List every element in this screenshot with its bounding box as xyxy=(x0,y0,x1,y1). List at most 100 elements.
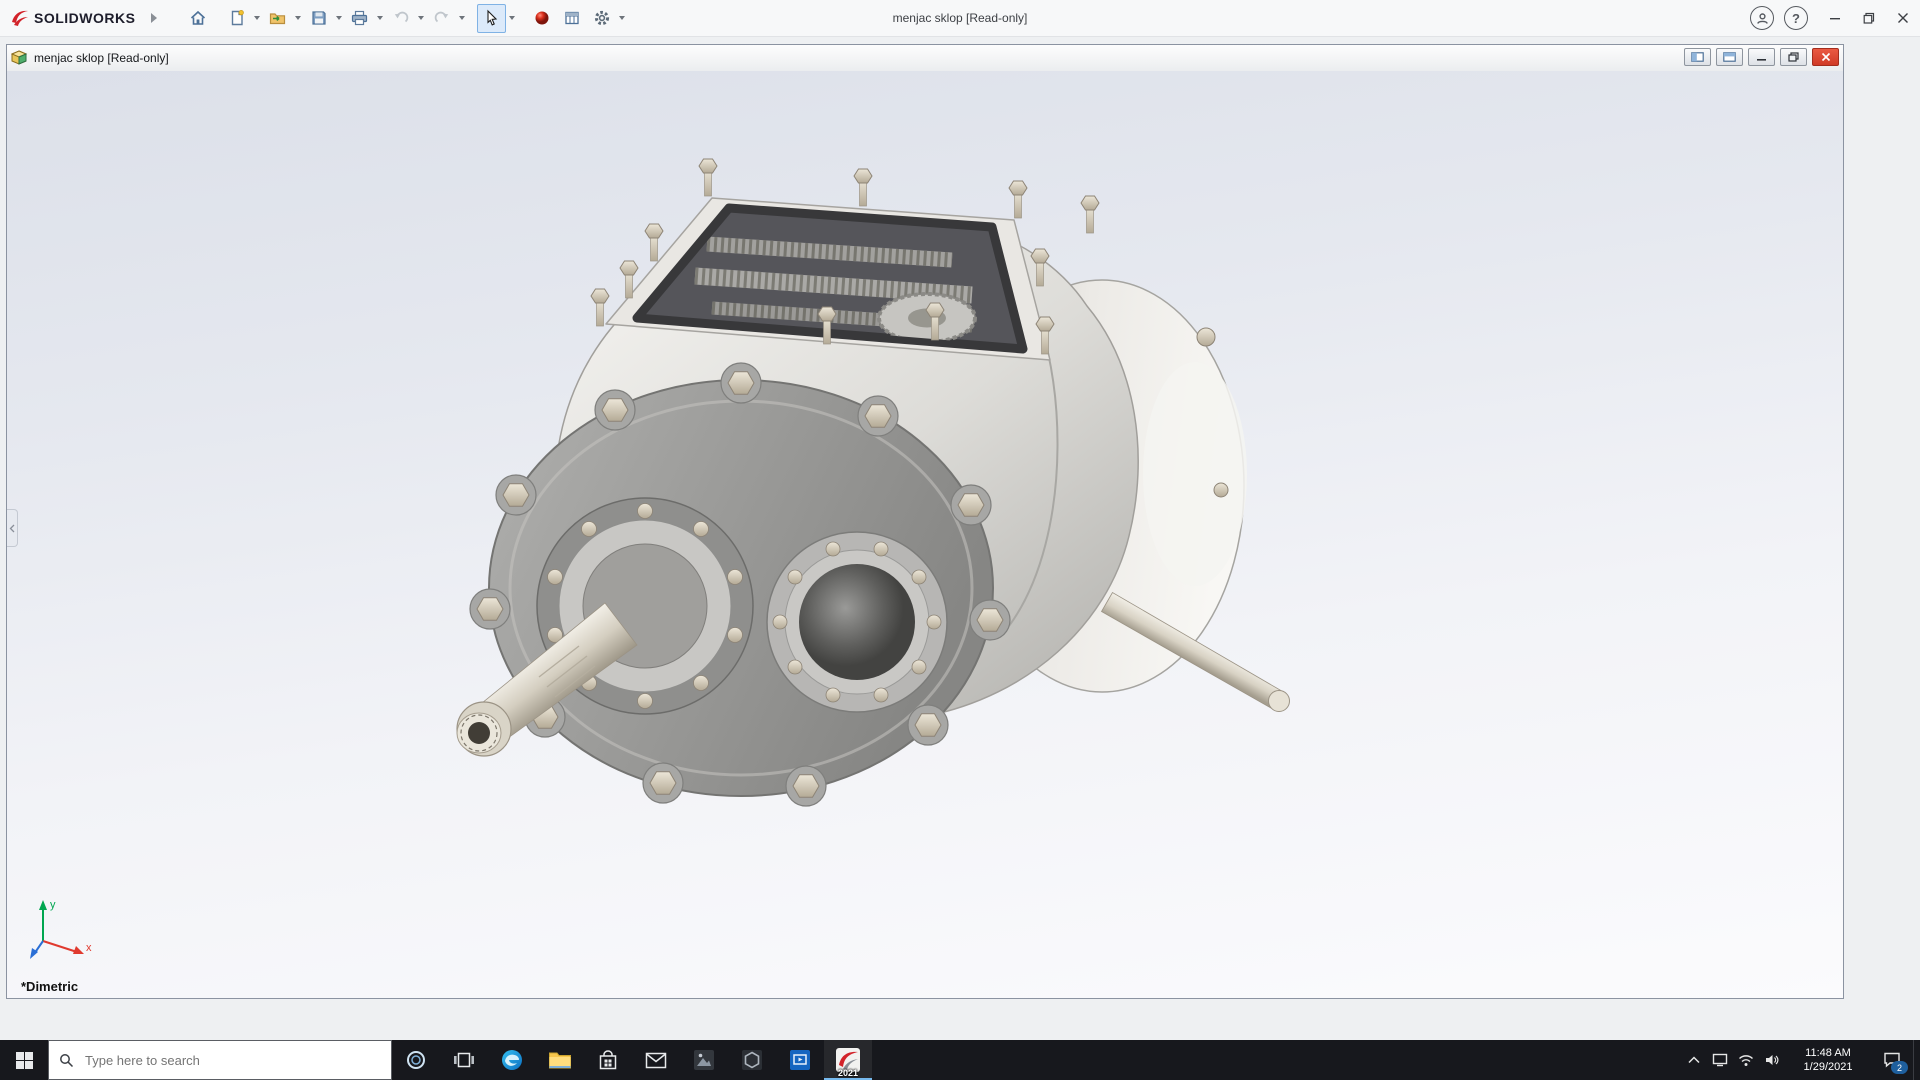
app-close-button[interactable] xyxy=(1886,0,1920,36)
triad-y-label: y xyxy=(50,899,56,911)
options-gear-icon xyxy=(594,10,610,26)
hexagon-app-icon xyxy=(742,1050,762,1070)
wifi-icon xyxy=(1739,1054,1753,1066)
undo-icon xyxy=(394,11,409,23)
home-icon xyxy=(190,10,205,25)
open-icon xyxy=(270,13,286,25)
main-toolbar xyxy=(183,3,627,33)
screen: SOLIDWORKS menjac sklop [Read-only] ? me… xyxy=(0,0,1920,1080)
new-document-icon xyxy=(231,9,244,26)
redo-icon xyxy=(434,11,449,23)
taskbar-item-mail[interactable] xyxy=(632,1040,680,1080)
select-tool-button[interactable] xyxy=(477,3,507,33)
close-icon xyxy=(1898,13,1908,23)
breadcrumb-arrow-icon[interactable] xyxy=(151,13,158,23)
taskbar-item-blue-app[interactable] xyxy=(776,1040,824,1080)
open-button[interactable] xyxy=(263,4,292,33)
view-orientation-label: *Dimetric xyxy=(21,979,79,994)
system-tray: 11:48 AM 1/29/2021 2 xyxy=(1681,1040,1920,1080)
appearance-button[interactable] xyxy=(527,4,556,33)
action-center-button[interactable]: 2 xyxy=(1871,1040,1913,1080)
save-icon xyxy=(312,11,326,25)
redo-button[interactable] xyxy=(427,4,456,33)
undo-dropdown[interactable] xyxy=(416,5,426,32)
app-window-controls: ? xyxy=(1750,0,1920,36)
document-window: menjac sklop [Read-only] y x *Dimetric xyxy=(6,44,1844,999)
doc-tile-left-button[interactable] xyxy=(1684,48,1711,66)
document-titlebar[interactable]: menjac sklop [Read-only] xyxy=(7,45,1843,72)
tray-display-item[interactable] xyxy=(1707,1040,1733,1080)
search-icon xyxy=(49,1053,83,1068)
new-document-button[interactable] xyxy=(222,4,251,33)
tray-expand-button[interactable] xyxy=(1681,1040,1707,1080)
start-icon xyxy=(15,1051,33,1069)
notification-count-badge: 2 xyxy=(1891,1061,1908,1074)
design-table-icon xyxy=(565,11,579,25)
help-button[interactable]: ? xyxy=(1784,6,1808,30)
taskbar-item-cortana[interactable] xyxy=(392,1040,440,1080)
assembly-document-icon xyxy=(11,50,28,65)
gearbox-model[interactable] xyxy=(407,156,1367,836)
start-button[interactable] xyxy=(0,1040,48,1080)
photos-icon xyxy=(694,1050,714,1070)
file-explorer-icon xyxy=(549,1052,571,1069)
redo-dropdown[interactable] xyxy=(457,5,467,32)
minimize-icon xyxy=(1830,18,1840,20)
taskbar-item-edge[interactable] xyxy=(488,1040,536,1080)
app-maximize-button[interactable] xyxy=(1852,0,1886,36)
search-input[interactable] xyxy=(83,1051,391,1069)
blue-app-icon xyxy=(790,1050,810,1070)
taskbar-item-photos[interactable] xyxy=(680,1040,728,1080)
doc-restore-icon xyxy=(1788,52,1799,62)
mail-icon xyxy=(645,1052,667,1068)
appearance-sphere-icon xyxy=(535,11,549,25)
help-icon: ? xyxy=(1792,10,1800,26)
options-dropdown[interactable] xyxy=(617,5,627,32)
taskbar-item-task-view[interactable] xyxy=(440,1040,488,1080)
solidworks-logo-icon xyxy=(12,10,28,26)
panel-collapse-tab[interactable] xyxy=(7,509,18,547)
print-button[interactable] xyxy=(345,4,374,33)
doc-minimize-button[interactable] xyxy=(1748,48,1775,66)
taskbar-item-store[interactable] xyxy=(584,1040,632,1080)
doc-close-icon xyxy=(1821,52,1830,62)
save-button[interactable] xyxy=(304,4,333,33)
open-dropdown[interactable] xyxy=(293,5,303,32)
app-window-title: menjac sklop [Read-only] xyxy=(892,11,1028,25)
user-icon xyxy=(1756,12,1768,24)
undo-button[interactable] xyxy=(386,4,415,33)
doc-close-button[interactable] xyxy=(1812,48,1839,66)
taskbar-search[interactable] xyxy=(48,1040,392,1080)
options-button[interactable] xyxy=(587,4,616,33)
cortana-icon xyxy=(407,1051,425,1069)
pane-top-icon xyxy=(1723,52,1736,62)
task-view-icon xyxy=(454,1052,474,1068)
graphics-viewport[interactable]: y x *Dimetric xyxy=(7,71,1843,998)
design-table-button[interactable] xyxy=(557,4,586,33)
doc-tile-top-button[interactable] xyxy=(1716,48,1743,66)
select-arrow-icon xyxy=(487,9,498,26)
account-button[interactable] xyxy=(1750,6,1774,30)
doc-restore-button[interactable] xyxy=(1780,48,1807,66)
select-tool-dropdown[interactable] xyxy=(507,5,517,32)
taskbar-item-solidworks[interactable]: 2021 xyxy=(824,1040,872,1080)
app-minimize-button[interactable] xyxy=(1818,0,1852,36)
app-titlebar[interactable]: SOLIDWORKS menjac sklop [Read-only] ? xyxy=(0,0,1920,37)
new-document-dropdown[interactable] xyxy=(252,5,262,32)
taskbar-item-file-explorer[interactable] xyxy=(536,1040,584,1080)
home-button[interactable] xyxy=(183,4,212,33)
tray-volume-item[interactable] xyxy=(1759,1040,1785,1080)
show-desktop-button[interactable] xyxy=(1913,1040,1920,1080)
chevron-left-icon xyxy=(9,524,15,532)
taskbar-clock[interactable]: 11:48 AM 1/29/2021 xyxy=(1785,1040,1871,1080)
taskbar: 2021 xyxy=(0,1040,1920,1080)
tray-network-item[interactable] xyxy=(1733,1040,1759,1080)
restore-icon xyxy=(1863,12,1875,24)
save-dropdown[interactable] xyxy=(334,5,344,32)
taskbar-item-hexagon-app[interactable] xyxy=(728,1040,776,1080)
print-dropdown[interactable] xyxy=(375,5,385,32)
edge-icon xyxy=(502,1050,522,1070)
document-window-controls xyxy=(1684,48,1839,66)
solidworks-logo: SOLIDWORKS xyxy=(10,8,135,28)
document-title: menjac sklop [Read-only] xyxy=(34,51,169,65)
